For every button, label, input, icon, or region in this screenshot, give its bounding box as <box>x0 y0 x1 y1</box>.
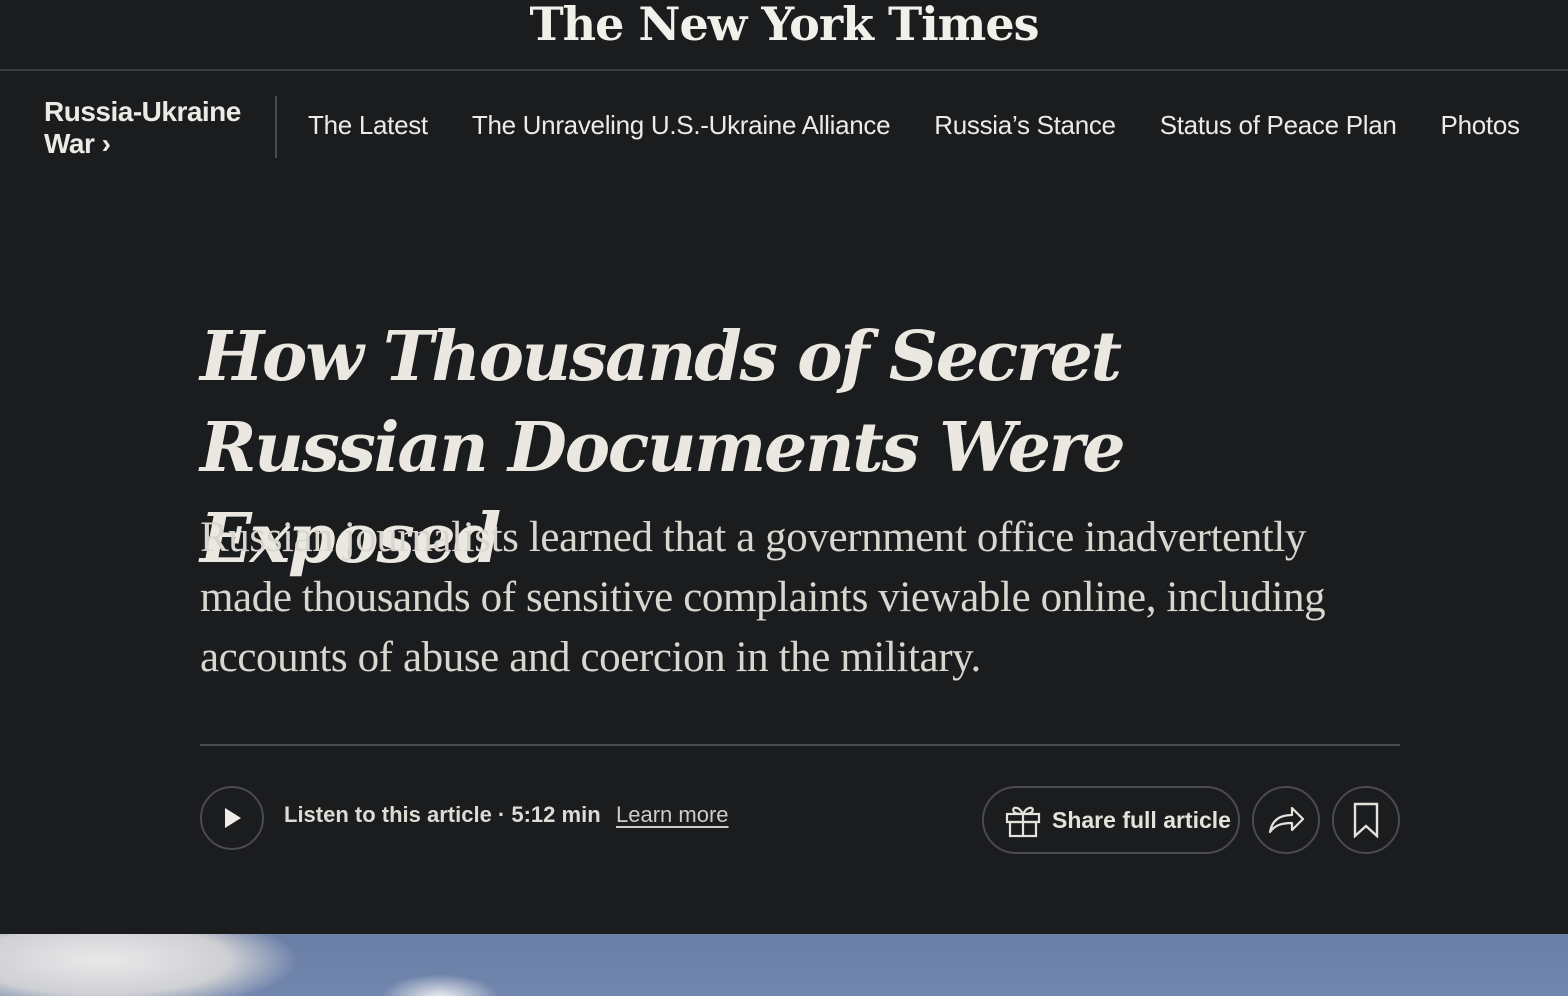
learn-more-link[interactable]: Learn more <box>616 802 729 828</box>
share-full-article-label: Share full article <box>1052 806 1231 833</box>
nav-item-russias-stance[interactable]: Russia’s Stance <box>934 110 1116 141</box>
nyt-logo[interactable]: The New York Times <box>0 0 1568 52</box>
nav-item-unraveling-alliance[interactable]: The Unraveling U.S.-Ukraine Alliance <box>472 110 891 141</box>
hero-image <box>0 934 1568 996</box>
article-tools: Listen to this article · 5:12 min Learn … <box>200 786 1400 854</box>
divider <box>200 744 1400 746</box>
nav-item-status-of-peace-plan[interactable]: Status of Peace Plan <box>1160 110 1397 141</box>
share-button[interactable] <box>1252 786 1320 854</box>
cloud-shape <box>380 974 500 996</box>
play-audio-button[interactable] <box>200 786 264 850</box>
share-full-article-button[interactable]: Share full article <box>982 786 1240 854</box>
article-summary: Russian journalists learned that a gover… <box>200 514 1326 681</box>
play-icon <box>225 808 241 828</box>
cloud-shape <box>0 934 300 996</box>
listen-duration-text: Listen to this article · 5:12 min <box>284 802 601 827</box>
gift-icon <box>1005 806 1041 838</box>
share-arrow-icon <box>1268 806 1305 834</box>
section-navbar: Russia-Ukraine War › The Latest The Unra… <box>0 72 1568 182</box>
section-link-russia-ukraine-war[interactable]: Russia-Ukraine War › <box>44 96 264 160</box>
nav-divider <box>275 96 277 158</box>
nav-items: The Latest The Unraveling U.S.-Ukraine A… <box>308 110 1520 141</box>
nav-item-photos[interactable]: Photos <box>1441 110 1520 141</box>
save-bookmark-button[interactable] <box>1332 786 1400 854</box>
bookmark-icon <box>1353 802 1379 838</box>
nav-item-the-latest[interactable]: The Latest <box>308 110 428 141</box>
masthead: The New York Times <box>0 0 1568 71</box>
